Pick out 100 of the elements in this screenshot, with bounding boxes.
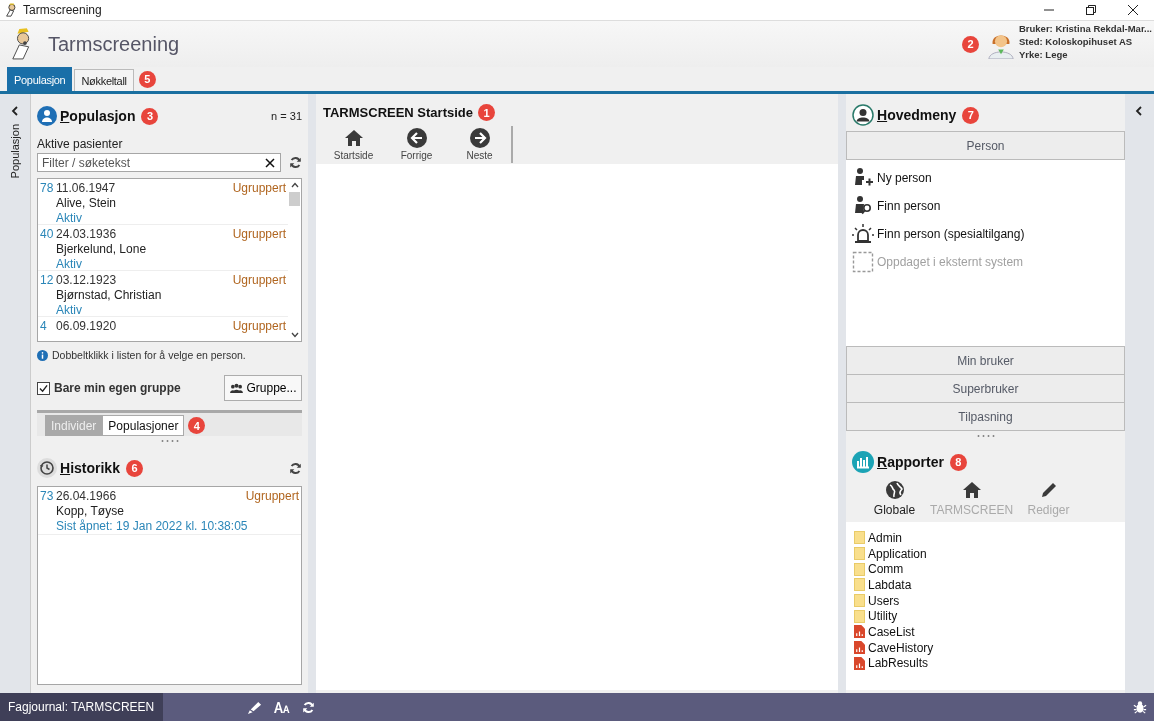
tree-item[interactable]: Admin xyxy=(854,530,1117,546)
refresh-icon[interactable] xyxy=(302,700,316,714)
tree-item[interactable]: CaveHistory xyxy=(854,639,1117,656)
checkmark-icon xyxy=(39,383,48,393)
menu-section-button[interactable]: Tilpasning xyxy=(846,402,1125,431)
tab[interactable]: Populasjon xyxy=(7,67,73,91)
clear-icon[interactable] xyxy=(265,158,275,168)
report-file-icon xyxy=(854,641,865,655)
collapse-chevron-icon[interactable] xyxy=(10,106,20,116)
menu-item[interactable]: Ny person xyxy=(852,164,1119,192)
tree-item[interactable]: Application xyxy=(854,545,1117,562)
patient-number: 12 xyxy=(40,273,55,288)
app-title: Tarmscreening xyxy=(48,32,180,56)
own-group-checkbox[interactable]: Bare min egen gruppe xyxy=(37,381,181,395)
birth-date: 11.06.1947 xyxy=(56,181,116,196)
menu-section-button[interactable]: Person xyxy=(846,131,1125,160)
birth-date: 24.03.1936 xyxy=(56,227,117,242)
patient-number: 78 xyxy=(40,181,55,196)
menu-item[interactable]: Finn person xyxy=(852,192,1119,220)
scroll-thumb[interactable] xyxy=(289,192,300,206)
folder-icon xyxy=(854,547,865,561)
menu-item[interactable]: Finn person (spesialtilgang) xyxy=(852,220,1119,248)
patient-number: 73 xyxy=(40,489,55,504)
refresh-icon[interactable] xyxy=(289,461,302,475)
toolbar-button[interactable]: Neste xyxy=(448,124,511,164)
list-label: Aktive pasienter xyxy=(37,137,124,151)
tree-item[interactable]: Comm xyxy=(854,561,1117,578)
tab[interactable]: Nøkkeltall xyxy=(74,69,134,91)
group-label: Ugruppert xyxy=(232,227,286,242)
list-item[interactable]: 4 06.09.1920 Ugruppert xyxy=(38,317,288,334)
panel-label[interactable]: Populasjon xyxy=(9,124,21,179)
group-label: Ugruppert xyxy=(232,273,286,288)
tree-item[interactable]: LabResults xyxy=(854,655,1117,672)
folder-icon xyxy=(854,594,865,608)
group-label: Ugruppert xyxy=(245,489,299,504)
group-label: Ugruppert xyxy=(232,319,286,334)
number-badge: 1 xyxy=(478,104,495,121)
list-item[interactable]: 73 26.04.1966 Ugruppert Kopp, Tøyse Sist åpnet: 19 Jan 2022 kl. 10:38:05 xyxy=(38,487,301,535)
menu-section-button[interactable]: Superbruker xyxy=(846,374,1125,403)
brush-icon[interactable] xyxy=(247,699,263,715)
person-icon xyxy=(37,106,57,126)
patient-number: 4 xyxy=(40,319,48,334)
folder-icon xyxy=(854,562,865,576)
tree-item[interactable]: Utility xyxy=(854,608,1117,625)
section-title: Historikk xyxy=(60,460,120,476)
user-info-text: Bruker: Kristina Rekdal-Mar... xyxy=(1018,21,1152,35)
birth-date: 26.04.1966 xyxy=(56,489,117,504)
close-icon[interactable] xyxy=(1128,5,1138,15)
section-title: Populasjon xyxy=(60,108,136,124)
number-badge: 3 xyxy=(141,107,159,125)
journal-label: Fagjournal: TARMSCREEN xyxy=(0,693,164,721)
font-size-icon[interactable] xyxy=(274,701,291,713)
status-text: Aktiv xyxy=(55,257,83,272)
toolbar-button[interactable]: Startside xyxy=(322,124,385,164)
count-text: n = 31 xyxy=(271,110,302,122)
bug-icon[interactable] xyxy=(1133,700,1147,714)
tree-item[interactable]: CaseList xyxy=(854,624,1117,640)
chart-icon xyxy=(852,451,874,473)
folder-icon xyxy=(854,609,865,623)
window-title: Tarmscreening xyxy=(23,3,102,17)
collapse-chevron-icon[interactable] xyxy=(1134,106,1144,116)
folder-icon xyxy=(854,531,865,545)
report-file-icon xyxy=(854,625,865,639)
patient-number: 40 xyxy=(40,227,55,242)
toolbar-button[interactable]: Forrige xyxy=(385,124,448,164)
add-person-icon xyxy=(852,167,874,189)
section-title: Rapporter xyxy=(877,454,944,470)
patient-name: Bjørnstad, Christian xyxy=(55,288,163,303)
number-badge: 4 xyxy=(188,417,206,434)
number-badge: 8 xyxy=(949,453,967,471)
search-field[interactable]: Filter / søketekst xyxy=(37,153,281,172)
status-text: Aktiv xyxy=(55,211,83,226)
hint-text: Dobbeltklikk i listen for å velge en person. xyxy=(52,349,246,361)
alarm-light-icon xyxy=(852,223,874,245)
tab[interactable]: Populasjoner xyxy=(102,415,185,436)
number-badge: 2 xyxy=(961,35,979,53)
group-button[interactable]: Gruppe... xyxy=(224,375,302,401)
tree-item[interactable]: Labdata xyxy=(854,577,1117,593)
folder-icon xyxy=(854,578,865,592)
dashed-square-icon xyxy=(852,251,874,273)
info-icon xyxy=(37,349,48,361)
report-file-icon xyxy=(854,656,865,670)
report-tab[interactable]: Globale xyxy=(856,478,933,522)
status-text: Sist åpnet: 19 Jan 2022 kl. 10:38:05 xyxy=(55,519,249,534)
history-clock-icon xyxy=(37,458,57,478)
scroll-up-icon xyxy=(290,182,299,188)
tree-item[interactable]: Users xyxy=(854,592,1117,609)
page-title: TARMSCREEN Startside xyxy=(323,105,473,120)
birth-date: 06.09.1920 xyxy=(56,319,117,334)
user-info-text: Sted: Koloskopihuset AS xyxy=(1018,34,1134,48)
scrollbar[interactable] xyxy=(288,179,301,341)
birth-date: 03.12.1923 xyxy=(56,273,117,288)
menu-section-button[interactable]: Min bruker xyxy=(846,346,1125,375)
user-circle-icon xyxy=(852,104,874,126)
refresh-icon[interactable] xyxy=(289,156,302,169)
find-person-icon xyxy=(852,195,874,217)
status-text: Aktiv xyxy=(55,303,83,318)
patient-name: Alive, Stein xyxy=(55,196,118,211)
restore-icon[interactable] xyxy=(1086,5,1096,15)
app-icon xyxy=(4,3,18,17)
